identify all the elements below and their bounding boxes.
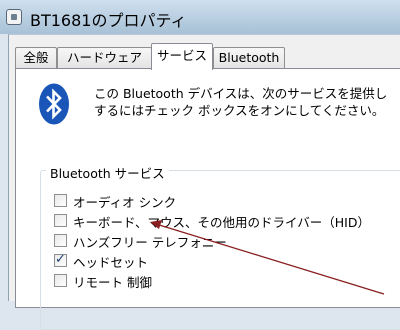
tab-services[interactable]: サービス [151,43,213,70]
